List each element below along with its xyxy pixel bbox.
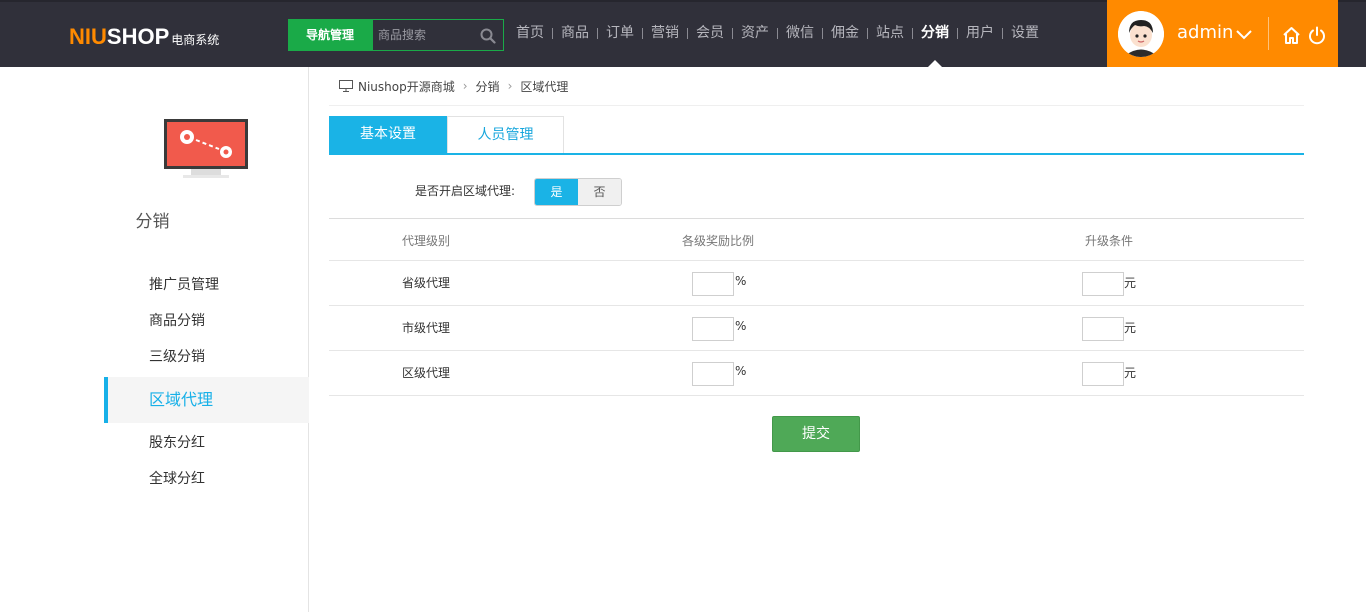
- sidebar-item-global-dividend[interactable]: 全球分红: [104, 461, 309, 497]
- tab-basic-settings[interactable]: 基本设置: [329, 116, 447, 153]
- percent-unit: %: [735, 274, 747, 288]
- nav-item-members[interactable]: 会员: [688, 0, 732, 67]
- username[interactable]: admin: [1177, 22, 1233, 43]
- sidebar-item-three-level-distribution[interactable]: 三级分销: [104, 339, 309, 375]
- logo-brand-part-a: NIU: [69, 24, 107, 49]
- monitor-icon: [339, 80, 353, 92]
- agent-level-name: 市级代理: [402, 321, 451, 335]
- upgrade-condition-input[interactable]: [1082, 362, 1124, 386]
- percent-unit: %: [735, 364, 747, 378]
- distribution-module-icon: [164, 119, 248, 178]
- user-panel: admin: [1107, 0, 1338, 67]
- agent-level-table: 代理级别 各级奖励比例 升级条件 省级代理 % 元 市级代理 % 元 区级代理 …: [329, 219, 1304, 396]
- breadcrumb-current: 区域代理: [520, 79, 569, 94]
- power-icon[interactable]: [1308, 26, 1326, 45]
- nav-item-users[interactable]: 用户: [958, 0, 1002, 67]
- nav-item-wechat[interactable]: 微信: [778, 0, 822, 67]
- regional-agent-toggle-label: 是否开启区域代理:: [415, 184, 516, 198]
- nav-item-home[interactable]: 首页: [508, 0, 552, 67]
- regional-agent-toggle-row: 是否开启区域代理: 是 否: [329, 171, 1304, 219]
- upgrade-condition-input[interactable]: [1082, 272, 1124, 296]
- yuan-unit: 元: [1124, 321, 1137, 335]
- avatar-cartoon-icon: [1118, 11, 1164, 57]
- sidebar-item-promoter-management[interactable]: 推广员管理: [104, 267, 309, 303]
- table-row: 区级代理 % 元: [329, 351, 1304, 396]
- agent-level-name: 区级代理: [402, 366, 451, 380]
- logo-subtitle: 电商系统: [171, 33, 220, 47]
- toggle-no-option[interactable]: 否: [578, 179, 621, 205]
- search-icon[interactable]: [480, 28, 496, 44]
- sidebar-item-shareholder-dividend[interactable]: 股东分红: [104, 425, 309, 461]
- niushop-logo[interactable]: NIU SHOP 电商系统: [69, 24, 220, 49]
- chevron-right-icon: ›: [462, 79, 468, 93]
- nav-item-site[interactable]: 站点: [868, 0, 912, 67]
- logo-brand-part-b: SHOP: [106, 24, 170, 49]
- nav-item-settings[interactable]: 设置: [1003, 0, 1047, 67]
- nav-item-distribution[interactable]: 分销: [913, 0, 957, 67]
- table-row: 市级代理 % 元: [329, 306, 1304, 351]
- sidebar-module-title-text: 分销: [135, 212, 170, 232]
- nav-item-assets[interactable]: 资产: [733, 0, 777, 67]
- reward-ratio-input[interactable]: [692, 362, 734, 386]
- upgrade-condition-input[interactable]: [1082, 317, 1124, 341]
- column-header-upgrade-condition: 升级条件: [1085, 234, 1134, 248]
- product-search-box: [372, 19, 504, 51]
- regional-agent-toggle: 是 否: [534, 178, 622, 206]
- reward-ratio-input[interactable]: [692, 272, 734, 296]
- breadcrumb-divider: [329, 105, 1304, 106]
- sidebar: 分销 推广员管理 商品分销 三级分销 区域代理 股东分红 全球分红: [0, 67, 309, 612]
- percent-unit: %: [735, 319, 747, 333]
- table-header-row: 代理级别 各级奖励比例 升级条件: [329, 219, 1304, 261]
- chevron-down-icon[interactable]: [1235, 28, 1253, 40]
- submit-button[interactable]: 提交: [772, 416, 860, 452]
- nav-item-commission[interactable]: 佣金: [823, 0, 867, 67]
- tab-bar: 基本设置 人员管理: [329, 116, 1304, 155]
- column-header-reward-ratio: 各级奖励比例: [682, 234, 755, 248]
- chevron-right-icon: ›: [507, 79, 513, 93]
- avatar[interactable]: [1118, 11, 1164, 57]
- nav-item-orders[interactable]: 订单: [598, 0, 642, 67]
- table-row: 省级代理 % 元: [329, 261, 1304, 306]
- main-nav: 首页 商品 订单 营销 会员 资产 微信 佣金 站点 分销 用户 设置: [508, 0, 1047, 67]
- top-navigation-bar: NIU SHOP 电商系统 导航管理 首页 商品 订单 营销 会员 资产 微信 …: [0, 0, 1366, 67]
- product-search-input[interactable]: [373, 20, 477, 50]
- agent-level-name: 省级代理: [402, 276, 451, 290]
- nav-manager-button[interactable]: 导航管理: [288, 19, 372, 51]
- column-header-level: 代理级别: [402, 234, 451, 248]
- nav-item-marketing[interactable]: 营销: [643, 0, 687, 67]
- reward-ratio-input[interactable]: [692, 317, 734, 341]
- sidebar-item-goods-distribution[interactable]: 商品分销: [104, 303, 309, 339]
- yuan-unit: 元: [1124, 276, 1137, 290]
- home-icon[interactable]: [1282, 26, 1301, 45]
- yuan-unit: 元: [1124, 366, 1137, 380]
- toggle-yes-option[interactable]: 是: [535, 179, 578, 205]
- sidebar-item-regional-agent[interactable]: 区域代理: [104, 377, 309, 423]
- breadcrumb-home-link[interactable]: Niushop开源商城: [358, 78, 455, 95]
- sidebar-module-title: 分销: [0, 207, 309, 232]
- user-panel-divider: [1268, 17, 1269, 50]
- sidebar-menu: 推广员管理 商品分销 三级分销 区域代理 股东分红 全球分红: [104, 267, 309, 497]
- nav-item-goods[interactable]: 商品: [553, 0, 597, 67]
- breadcrumb: Niushop开源商城 › 分销 › 区域代理: [339, 76, 568, 96]
- tab-staff-management[interactable]: 人员管理: [447, 116, 564, 153]
- breadcrumb-distribution-link[interactable]: 分销: [476, 78, 500, 95]
